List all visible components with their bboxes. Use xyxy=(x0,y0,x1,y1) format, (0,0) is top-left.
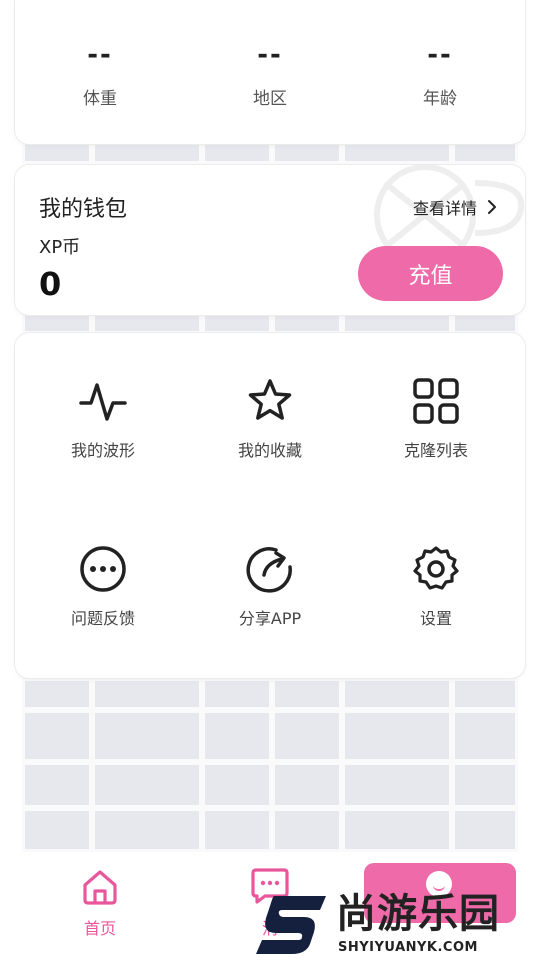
stat-weight: -- 体重 xyxy=(15,40,185,109)
stat-region-value: -- xyxy=(257,40,283,70)
stat-age-value: -- xyxy=(427,40,453,70)
stat-age-label: 年龄 xyxy=(423,89,457,109)
stat-age: -- 年龄 xyxy=(355,40,525,109)
star-icon xyxy=(248,379,292,420)
wallet-title: 我的钱包 xyxy=(39,197,128,222)
stat-weight-value: -- xyxy=(87,40,113,70)
stat-region-label: 地区 xyxy=(253,89,287,109)
tab-home-label: 首页 xyxy=(83,919,116,938)
recharge-button[interactable]: 充值 xyxy=(358,246,503,301)
menu-item-my-waveform[interactable]: 我的波形 xyxy=(18,377,188,461)
menu-item-label: 分享APP xyxy=(238,609,302,628)
site-watermark: 尚游乐园 SHYIYUANYK.COM xyxy=(252,890,540,960)
waveform-icon xyxy=(79,383,127,421)
menu-item-label: 设置 xyxy=(419,609,452,628)
menu-item-feedback[interactable]: 问题反馈 xyxy=(18,545,188,629)
view-details-link[interactable]: 查看详情 xyxy=(413,195,497,219)
stat-region: -- 地区 xyxy=(185,40,355,109)
profile-stats-card: -- 体重 -- 地区 -- 年龄 xyxy=(15,0,525,144)
menu-item-settings[interactable]: 设置 xyxy=(351,545,521,629)
share-icon xyxy=(246,547,292,593)
menu-item-label: 我的波形 xyxy=(70,441,135,460)
view-details-label: 查看详情 xyxy=(412,199,477,218)
coin-label: XP币 xyxy=(39,237,81,258)
coin-balance: 0 xyxy=(39,265,62,303)
watermark-s-logo-icon xyxy=(256,896,326,954)
menu-item-share-app[interactable]: 分享APP xyxy=(185,545,355,629)
menu-item-label: 克隆列表 xyxy=(403,441,468,460)
features-menu-card: 我的波形 我的收藏 克隆列表 问题反馈 分享APP 设置 xyxy=(15,333,525,678)
stat-weight-label: 体重 xyxy=(83,89,117,109)
menu-item-my-favorites[interactable]: 我的收藏 xyxy=(185,377,355,461)
watermark-url: SHYIYUANYK.COM xyxy=(338,940,478,955)
menu-item-clone-list[interactable]: 克隆列表 xyxy=(351,377,521,461)
menu-item-label: 问题反馈 xyxy=(70,609,135,628)
chevron-right-icon xyxy=(488,200,496,214)
menu-item-label: 我的收藏 xyxy=(237,441,302,460)
gear-icon xyxy=(413,546,459,590)
grid-icon xyxy=(413,378,459,424)
home-icon xyxy=(83,870,117,905)
tab-home[interactable]: 首页 xyxy=(60,867,140,939)
more-dots-icon xyxy=(80,546,126,592)
watermark-name: 尚游乐园 xyxy=(336,891,500,937)
wallet-card: 我的钱包 查看详情 XP币 0 充值 xyxy=(15,165,525,315)
